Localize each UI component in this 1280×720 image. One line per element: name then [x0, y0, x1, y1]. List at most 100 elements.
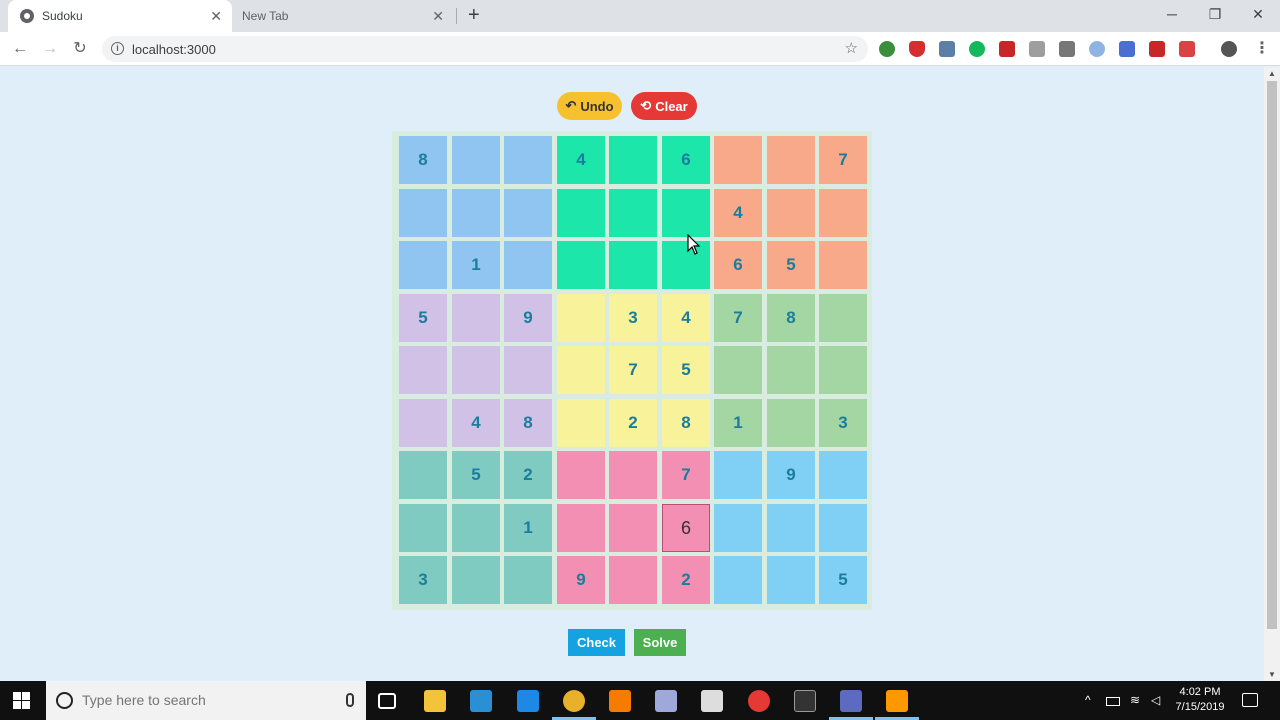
sudoku-cell[interactable]: 8 — [662, 399, 710, 447]
sudoku-cell[interactable] — [399, 504, 447, 552]
sudoku-cell[interactable] — [452, 136, 500, 184]
sudoku-cell[interactable] — [452, 504, 500, 552]
chevron-up-icon[interactable]: ^ — [1085, 693, 1091, 707]
sudoku-cell[interactable]: 2 — [609, 399, 657, 447]
undo-button[interactable]: ↶ Undo — [557, 92, 622, 120]
vscode-icon[interactable] — [470, 690, 493, 712]
sudoku-cell[interactable] — [714, 504, 762, 552]
minimize-button[interactable]: ─ — [1152, 4, 1192, 24]
cortana-icon[interactable] — [56, 692, 73, 709]
sudoku-cell[interactable] — [452, 294, 500, 342]
sudoku-cell[interactable]: 9 — [767, 451, 815, 499]
restore-button[interactable]: ❐ — [1195, 4, 1235, 24]
sudoku-cell[interactable] — [767, 189, 815, 237]
url-input[interactable] — [132, 39, 812, 59]
sudoku-cell[interactable] — [504, 241, 552, 289]
volume-icon[interactable]: ◁ — [1151, 693, 1160, 707]
sudoku-cell-editing[interactable]: 6 — [662, 504, 710, 552]
sudoku-cell[interactable] — [557, 346, 605, 394]
sudoku-cell[interactable]: 5 — [662, 346, 710, 394]
clear-button[interactable]: ⟲ Clear — [631, 92, 697, 120]
extension-icon[interactable] — [1119, 41, 1135, 57]
check-button[interactable]: Check — [568, 629, 625, 656]
sudoku-cell[interactable] — [767, 399, 815, 447]
reload-icon[interactable]: ↻ — [69, 38, 91, 60]
sudoku-cell[interactable] — [557, 451, 605, 499]
sudoku-cell[interactable] — [557, 241, 605, 289]
sudoku-cell[interactable]: 4 — [557, 136, 605, 184]
sudoku-cell[interactable] — [767, 346, 815, 394]
sudoku-cell[interactable]: 9 — [557, 556, 605, 604]
extension-icon[interactable] — [879, 41, 895, 57]
sudoku-cell[interactable] — [819, 189, 867, 237]
sudoku-cell[interactable] — [609, 504, 657, 552]
sudoku-cell[interactable]: 7 — [662, 451, 710, 499]
sudoku-cell[interactable] — [767, 556, 815, 604]
sudoku-cell[interactable]: 4 — [714, 189, 762, 237]
sudoku-cell[interactable] — [399, 451, 447, 499]
profile-avatar[interactable] — [1221, 41, 1237, 57]
sudoku-cell[interactable] — [609, 189, 657, 237]
sudoku-cell[interactable]: 8 — [767, 294, 815, 342]
sudoku-cell[interactable] — [399, 189, 447, 237]
sudoku-cell[interactable]: 8 — [399, 136, 447, 184]
notification-icon[interactable] — [1242, 693, 1258, 707]
sudoku-cell[interactable]: 5 — [767, 241, 815, 289]
sudoku-cell[interactable]: 6 — [714, 241, 762, 289]
sudoku-cell[interactable] — [819, 451, 867, 499]
sudoku-cell[interactable]: 4 — [662, 294, 710, 342]
battery-icon[interactable] — [1106, 697, 1120, 706]
sublime-icon[interactable] — [886, 690, 909, 712]
taskbar-search[interactable] — [46, 681, 366, 720]
sudoku-cell[interactable] — [662, 189, 710, 237]
extension-badge-icon[interactable] — [1149, 41, 1165, 57]
microphone-icon[interactable] — [346, 693, 354, 707]
system-clock[interactable]: 4:02 PM 7/15/2019 — [1170, 685, 1230, 715]
sudoku-cell[interactable]: 2 — [662, 556, 710, 604]
page-scrollbar[interactable]: ▲ ▼ — [1264, 67, 1280, 681]
sudoku-cell[interactable] — [504, 556, 552, 604]
grammarly-icon[interactable] — [969, 41, 985, 57]
git-icon[interactable] — [655, 690, 678, 712]
sudoku-cell[interactable] — [504, 189, 552, 237]
sudoku-cell[interactable]: 5 — [399, 294, 447, 342]
chrome-icon[interactable] — [562, 690, 585, 712]
sudoku-cell[interactable]: 1 — [452, 241, 500, 289]
sudoku-cell[interactable] — [399, 346, 447, 394]
sudoku-cell[interactable] — [819, 504, 867, 552]
forward-icon[interactable]: → — [39, 38, 61, 60]
sudoku-cell[interactable] — [557, 294, 605, 342]
sudoku-cell[interactable] — [452, 346, 500, 394]
sudoku-cell[interactable] — [557, 399, 605, 447]
sudoku-cell[interactable] — [819, 241, 867, 289]
eyedropper-icon[interactable] — [1059, 41, 1075, 57]
sudoku-cell[interactable]: 7 — [819, 136, 867, 184]
sudoku-cell[interactable]: 3 — [399, 556, 447, 604]
scroll-up-icon[interactable]: ▲ — [1268, 69, 1276, 78]
opera-icon[interactable] — [747, 690, 770, 712]
sudoku-cell[interactable] — [399, 399, 447, 447]
extension-icon[interactable] — [1089, 41, 1105, 57]
sudoku-cell[interactable] — [767, 504, 815, 552]
sudoku-cell[interactable] — [609, 451, 657, 499]
new-tab-button[interactable]: + — [468, 4, 480, 26]
sudoku-cell[interactable] — [557, 504, 605, 552]
back-icon[interactable]: ← — [9, 38, 31, 60]
solve-button[interactable]: Solve — [634, 629, 686, 656]
sudoku-cell[interactable] — [819, 346, 867, 394]
firefox-icon[interactable] — [609, 690, 631, 712]
sudoku-cell[interactable] — [557, 189, 605, 237]
sudoku-cell[interactable]: 3 — [819, 399, 867, 447]
sudoku-cell[interactable] — [609, 136, 657, 184]
sudoku-cell[interactable] — [504, 346, 552, 394]
wifi-icon[interactable]: ≋ — [1130, 693, 1140, 707]
sudoku-cell[interactable] — [714, 451, 762, 499]
bookmark-star-icon[interactable]: ☆ — [845, 39, 858, 57]
sudoku-cell[interactable]: 1 — [714, 399, 762, 447]
sudoku-cell[interactable]: 5 — [819, 556, 867, 604]
address-bar[interactable]: i ☆ — [102, 36, 868, 62]
tab-sudoku[interactable]: Sudoku ✕ — [8, 0, 232, 32]
sudoku-cell[interactable] — [714, 136, 762, 184]
sudoku-cell[interactable] — [714, 346, 762, 394]
visual-studio-icon[interactable] — [840, 690, 862, 712]
